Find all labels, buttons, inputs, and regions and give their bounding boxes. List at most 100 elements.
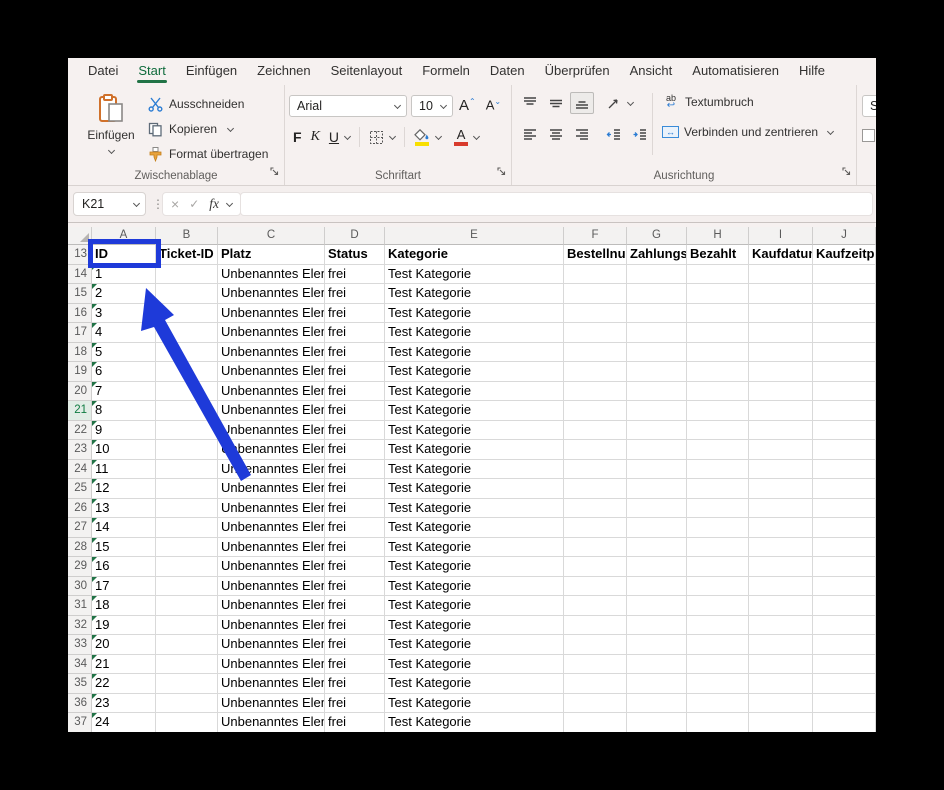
cell-G16[interactable] (627, 304, 687, 324)
tab-automatisieren[interactable]: Automatisieren (682, 58, 789, 85)
cell-A15[interactable]: 2 (92, 284, 156, 304)
cell-D34[interactable]: frei (325, 655, 385, 675)
cell-E34[interactable]: Test Kategorie (385, 655, 564, 675)
row-header-18[interactable]: 18 (68, 343, 92, 363)
cell-C32[interactable]: Unbenanntes Element (218, 616, 325, 636)
cell-B30[interactable] (156, 577, 218, 597)
cell-D17[interactable]: frei (325, 323, 385, 343)
cell-G27[interactable] (627, 518, 687, 538)
cell-C33[interactable]: Unbenanntes Element (218, 635, 325, 655)
enter-icon[interactable]: ✓ (189, 197, 199, 211)
cell-D15[interactable]: frei (325, 284, 385, 304)
tab-ansicht[interactable]: Ansicht (620, 58, 683, 85)
cell-D25[interactable]: frei (325, 479, 385, 499)
underline-button[interactable]: U (329, 129, 339, 145)
cell-E21[interactable]: Test Kategorie (385, 401, 564, 421)
cell-D24[interactable]: frei (325, 460, 385, 480)
cell-F24[interactable] (564, 460, 627, 480)
cell-D30[interactable]: frei (325, 577, 385, 597)
row-header-17[interactable]: 17 (68, 323, 92, 343)
cell-C35[interactable]: Unbenanntes Element (218, 674, 325, 694)
select-all-corner[interactable] (68, 227, 92, 245)
cell-I19[interactable] (749, 362, 813, 382)
cell-E17[interactable]: Test Kategorie (385, 323, 564, 343)
cell-A21[interactable]: 8 (92, 401, 156, 421)
cell-A35[interactable]: 22 (92, 674, 156, 694)
row-header-21[interactable]: 21 (68, 401, 92, 421)
cell-C34[interactable]: Unbenanntes Element (218, 655, 325, 675)
cell-C30[interactable]: Unbenanntes Element (218, 577, 325, 597)
row-header-35[interactable]: 35 (68, 674, 92, 694)
cell-F27[interactable] (564, 518, 627, 538)
cell-I28[interactable] (749, 538, 813, 558)
chevron-down-icon[interactable] (344, 132, 351, 139)
row-header-22[interactable]: 22 (68, 421, 92, 441)
align-bottom-button[interactable] (570, 92, 594, 114)
column-header-C[interactable]: C (218, 227, 325, 245)
cell-I14[interactable] (749, 265, 813, 285)
tab-datei[interactable]: Datei (78, 58, 128, 85)
cell-D31[interactable]: frei (325, 596, 385, 616)
cell-E13[interactable]: Kategorie (385, 245, 564, 265)
cell-B37[interactable] (156, 713, 218, 732)
row-header-23[interactable]: 23 (68, 440, 92, 460)
cell-J23[interactable] (813, 440, 876, 460)
borders-button[interactable] (369, 130, 384, 145)
cell-H35[interactable] (687, 674, 749, 694)
cell-B25[interactable] (156, 479, 218, 499)
cell-B35[interactable] (156, 674, 218, 694)
cell-E24[interactable]: Test Kategorie (385, 460, 564, 480)
cell-C31[interactable]: Unbenanntes Element (218, 596, 325, 616)
cell-I31[interactable] (749, 596, 813, 616)
chevron-down-icon[interactable] (226, 199, 233, 206)
cell-E33[interactable]: Test Kategorie (385, 635, 564, 655)
cut-button[interactable]: Ausschneiden (148, 94, 244, 114)
cell-F22[interactable] (564, 421, 627, 441)
dialog-launcher-icon[interactable] (842, 163, 851, 181)
cell-B16[interactable] (156, 304, 218, 324)
decrease-indent-button[interactable] (602, 124, 626, 146)
cell-G17[interactable] (627, 323, 687, 343)
cell-F33[interactable] (564, 635, 627, 655)
cell-D37[interactable]: frei (325, 713, 385, 732)
cell-F18[interactable] (564, 343, 627, 363)
cell-E26[interactable]: Test Kategorie (385, 499, 564, 519)
cell-H27[interactable] (687, 518, 749, 538)
cell-A13[interactable]: ID (92, 245, 156, 265)
cell-A19[interactable]: 6 (92, 362, 156, 382)
cell-G37[interactable] (627, 713, 687, 732)
cell-I20[interactable] (749, 382, 813, 402)
cell-G30[interactable] (627, 577, 687, 597)
row-header-30[interactable]: 30 (68, 577, 92, 597)
cell-I22[interactable] (749, 421, 813, 441)
cell-H32[interactable] (687, 616, 749, 636)
row-header-34[interactable]: 34 (68, 655, 92, 675)
cell-F19[interactable] (564, 362, 627, 382)
cell-F21[interactable] (564, 401, 627, 421)
align-center-button[interactable] (544, 124, 568, 146)
cell-C25[interactable]: Unbenanntes Element (218, 479, 325, 499)
cell-A28[interactable]: 15 (92, 538, 156, 558)
cell-A16[interactable]: 3 (92, 304, 156, 324)
column-header-H[interactable]: H (687, 227, 749, 245)
cell-F35[interactable] (564, 674, 627, 694)
cell-B28[interactable] (156, 538, 218, 558)
increase-indent-button[interactable] (628, 124, 652, 146)
cell-H36[interactable] (687, 694, 749, 714)
cell-E35[interactable]: Test Kategorie (385, 674, 564, 694)
row-header-37[interactable]: 37 (68, 713, 92, 732)
tab-einfuegen[interactable]: Einfügen (176, 58, 247, 85)
column-header-B[interactable]: B (156, 227, 218, 245)
cell-C20[interactable]: Unbenanntes Element (218, 382, 325, 402)
column-header-F[interactable]: F (564, 227, 627, 245)
cell-G13[interactable]: Zahlungsart (627, 245, 687, 265)
dialog-launcher-icon[interactable] (270, 163, 279, 181)
cell-F29[interactable] (564, 557, 627, 577)
tab-zeichnen[interactable]: Zeichnen (247, 58, 320, 85)
cell-J15[interactable] (813, 284, 876, 304)
cell-G32[interactable] (627, 616, 687, 636)
cell-D13[interactable]: Status (325, 245, 385, 265)
cell-H22[interactable] (687, 421, 749, 441)
cell-H21[interactable] (687, 401, 749, 421)
cell-H16[interactable] (687, 304, 749, 324)
